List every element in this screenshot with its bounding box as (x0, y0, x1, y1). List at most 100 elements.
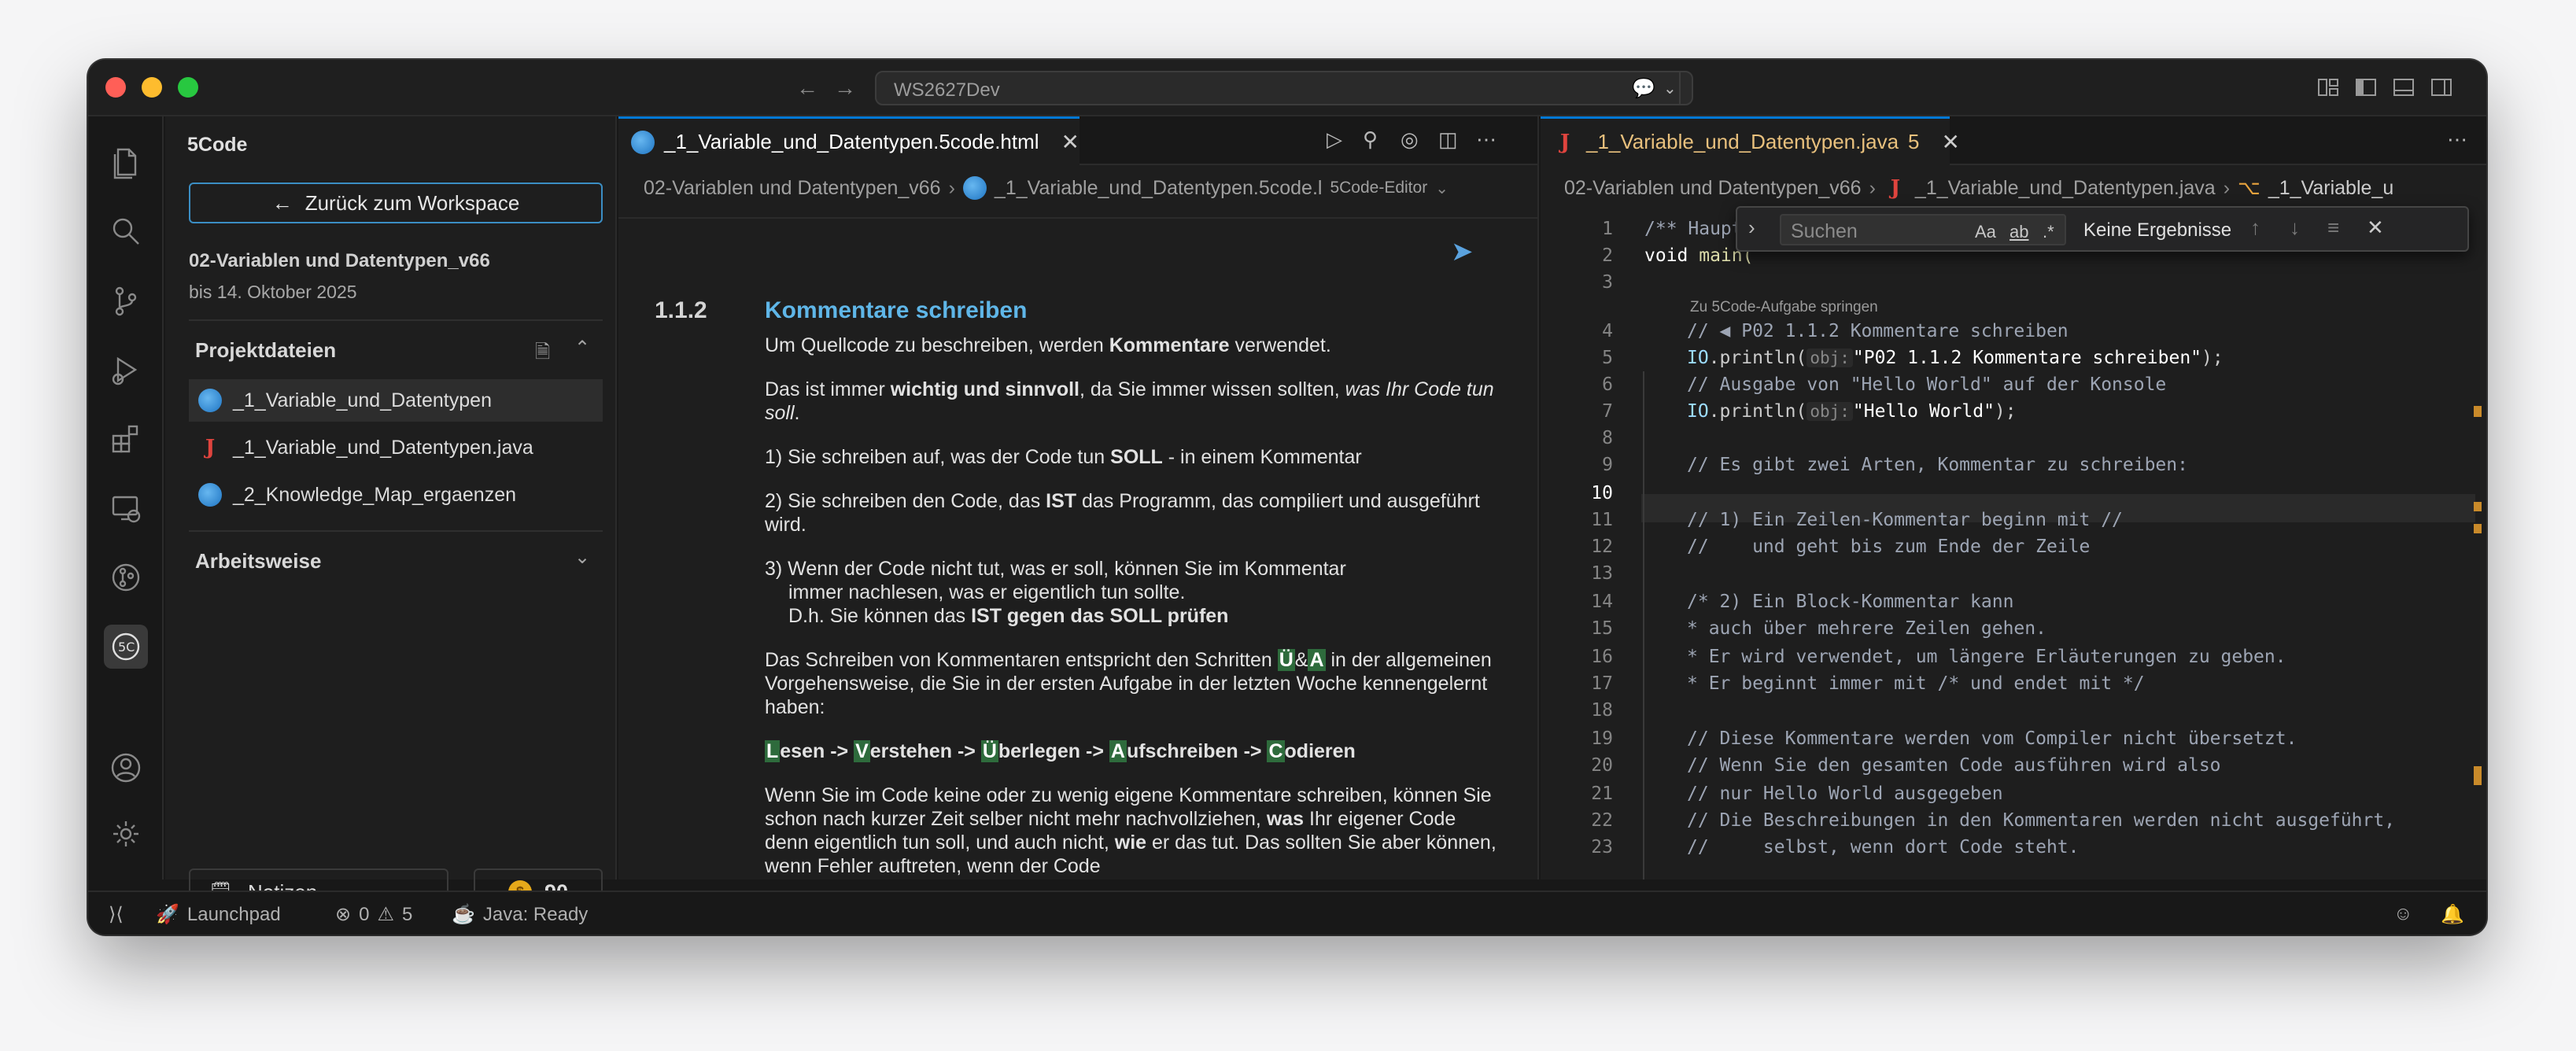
problems-item[interactable]: ⊗ 0 ⚠ 5 (335, 903, 412, 926)
forward-arrow-icon[interactable]: → (831, 74, 859, 102)
code-line: * auch über mehrere Zeilen gehen. (1687, 618, 2046, 639)
activity-bar: 5C (88, 116, 164, 880)
section-body: Um Quellcode zu beschreiben, werden Komm… (765, 334, 1504, 880)
remote-explorer-icon[interactable] (104, 486, 148, 530)
close-window-button[interactable] (105, 77, 126, 98)
work-method-header[interactable]: Arbeitsweise (195, 549, 321, 573)
maximize-window-button[interactable] (178, 77, 198, 98)
vscode-window: ← → WS2627Dev 💬 ⌄ 5C 5Code ← Zurück zum … (88, 60, 2486, 935)
line-number: 23 (1591, 837, 1613, 857)
java-status-label: Java: Ready (482, 903, 589, 925)
chevron-down-icon[interactable]: ⌄ (574, 546, 590, 569)
code-editor[interactable]: 1 2 3 4 5 6 7 8 9 10 11 12 13 14 15 16 1… (1541, 217, 2486, 880)
divider (189, 319, 603, 321)
extensions-icon[interactable] (104, 417, 148, 461)
minimize-window-button[interactable] (142, 77, 162, 98)
file-item[interactable]: J _1_Variable_und_Datentypen.java (189, 426, 603, 469)
more-actions-icon[interactable]: ⋯ (1476, 127, 1497, 152)
settings-gear-icon[interactable] (104, 812, 148, 856)
breadcrumb-folder[interactable]: 02-Variablen und Datentypen_v66 (1564, 177, 1862, 200)
notifications-bell-icon[interactable]: 🔔 (2441, 903, 2464, 926)
python-icon (198, 389, 222, 412)
5code-extension-icon[interactable]: 5C (104, 625, 148, 669)
arrow-up-icon[interactable]: ↑ (2250, 216, 2260, 240)
split-editor-icon[interactable]: ◫ (1438, 127, 1458, 152)
match-case-toggle[interactable]: Aa (1975, 222, 1996, 242)
search-icon[interactable] (104, 209, 148, 253)
chevron-right-icon: › (948, 176, 955, 199)
tab-label: _1_Variable_und_Datentypen.java (1586, 130, 1899, 153)
chevron-up-icon[interactable]: ⌃ (574, 337, 590, 360)
account-icon[interactable] (104, 746, 148, 790)
breadcrumb-folder[interactable]: 02-Variablen und Datentypen_v66 (644, 177, 941, 200)
close-tab-icon[interactable]: ✕ (1061, 129, 1079, 155)
code-line: // selbst, wenn dort Code steht. (1687, 837, 2080, 857)
paragraph: Um Quellcode zu beschreiben, werden Komm… (765, 334, 1331, 356)
arrow-down-icon[interactable]: ↓ (2290, 216, 2300, 240)
globe-icon[interactable]: ◎ (1401, 127, 1419, 152)
svg-text:5C: 5C (118, 640, 135, 655)
copilot-icon[interactable]: ☺ (2393, 903, 2413, 925)
code-line: * Er wird verwendet, um längere Erläuter… (1687, 647, 2286, 667)
find-input[interactable]: Suchen Aa ab .* (1780, 214, 2066, 245)
send-to-5code-icon[interactable]: ➤ (1451, 236, 1474, 267)
toggle-primary-sidebar-icon[interactable] (2354, 76, 2378, 99)
more-actions-icon[interactable]: ⋯ (2447, 127, 2467, 152)
code-line: // Es gibt zwei Arten, Kommentar zu schr… (1687, 455, 2188, 475)
run-icon[interactable]: ▷ (1327, 127, 1342, 152)
codelens-link[interactable]: Zu 5Code-Aufgabe springen (1690, 299, 1878, 316)
back-arrow-icon[interactable]: ← (793, 74, 821, 102)
back-to-workspace-button[interactable]: ← Zurück zum Workspace (189, 183, 603, 223)
close-tab-icon[interactable]: ✕ (1942, 129, 1960, 155)
java-icon: J (1890, 176, 1901, 200)
chevron-down-icon[interactable]: ⌄ (1663, 77, 1677, 101)
line-number: 19 (1591, 728, 1613, 749)
whole-word-toggle[interactable]: ab (2010, 222, 2028, 242)
file-item[interactable]: _1_Variable_und_Datentypen (189, 379, 603, 422)
copilot-chat-icon[interactable]: 💬 (1632, 77, 1655, 101)
new-file-icon[interactable]: 🗎 (535, 338, 550, 371)
breadcrumb-symbol[interactable]: _1_Variable_u (2268, 177, 2393, 200)
code-line: // 1) Ein Zeilen-Kommentar beginn mit // (1687, 510, 2123, 530)
line-number: 9 (1602, 455, 1613, 475)
rocket-icon: 🚀 (156, 904, 179, 925)
tab-java-file[interactable]: J _1_Variable_und_Datentypen.java 5 ✕ (1541, 116, 1960, 165)
command-center[interactable]: WS2627Dev 💬 ⌄ (875, 71, 1693, 105)
breadcrumb-file[interactable]: _1_Variable_und_Datentypen.java (1915, 177, 2216, 200)
breadcrumb: 02-Variablen und Datentypen_v66 › _1_Var… (644, 176, 1449, 200)
file-item[interactable]: _2_Knowledge_Map_ergaenzen (189, 474, 603, 516)
code-line: // ◀ P02 1.1.2 Kommentare schreiben (1687, 321, 2069, 341)
regex-toggle[interactable]: .* (2043, 222, 2054, 242)
back-button-label: Zurück zum Workspace (304, 190, 520, 215)
chevron-down-icon: ⌄ (1435, 179, 1449, 197)
workflow-steps: Lesen -> Verstehen -> Überlegen -> Aufsc… (765, 740, 1356, 762)
python-icon (962, 176, 987, 200)
toggle-secondary-sidebar-icon[interactable] (2430, 76, 2453, 99)
paragraph: Das Schreiben von Kommentaren entspricht… (765, 649, 1492, 718)
toggle-panel-icon[interactable] (2392, 76, 2415, 99)
status-bar: ⟩⟨ 🚀 Launchpad ⊗ 0 ⚠ 5 ☕ Java: Ready ☺ 🔔 (88, 891, 2486, 935)
chevron-right-icon[interactable]: › (1748, 216, 1755, 240)
customize-layout-icon[interactable] (2316, 76, 2340, 99)
breadcrumb-file[interactable]: _1_Variable_und_Datentypen.5code.l (995, 177, 1323, 200)
compare-icon[interactable]: ⚲ (1363, 127, 1378, 152)
git-graph-icon[interactable] (104, 555, 148, 599)
workspace-name: WS2627Dev (894, 79, 1000, 101)
run-debug-icon[interactable] (104, 348, 148, 392)
paragraph: 2) Sie schreiben den Code, das IST das P… (765, 490, 1480, 536)
file-name: _2_Knowledge_Map_ergaenzen (233, 483, 517, 506)
breadcrumb: 02-Variablen und Datentypen_v66 › J _1_V… (1564, 176, 2393, 200)
line-number: 16 (1591, 647, 1613, 667)
project-files-header[interactable]: Projektdateien (195, 338, 336, 363)
tab-5code-html[interactable]: _1_Variable_und_Datentypen.5code.html ✕ (618, 116, 1079, 165)
launchpad-item[interactable]: 🚀 Launchpad (156, 903, 281, 926)
code-line: // Wenn Sie den gesamten Code ausführen … (1687, 755, 2221, 776)
remote-indicator-icon[interactable]: ⟩⟨ (109, 903, 124, 926)
java-status-item[interactable]: ☕ Java: Ready (452, 903, 588, 926)
close-find-icon[interactable]: ✕ (2367, 216, 2384, 240)
source-control-icon[interactable] (104, 278, 148, 323)
explorer-icon[interactable] (104, 140, 148, 184)
find-in-selection-icon[interactable]: ≡ (2327, 216, 2339, 240)
breadcrumb-editor-type[interactable]: 5Code-Editor (1330, 179, 1427, 197)
line-number: 4 (1602, 321, 1613, 341)
